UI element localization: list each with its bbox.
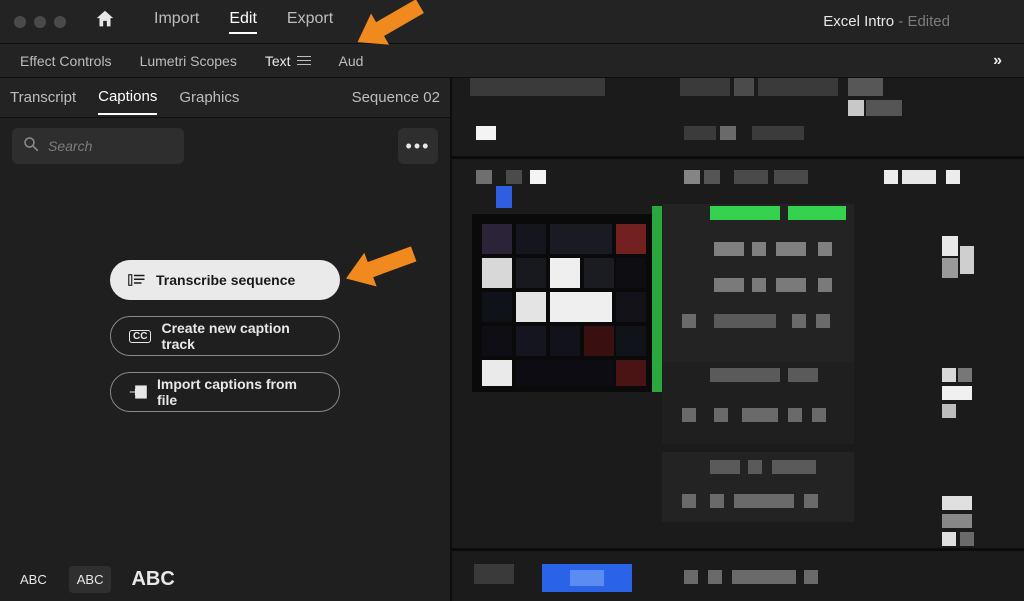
style-abc-big[interactable]: ABC [131,568,174,591]
tab-edit[interactable]: Edit [229,10,257,34]
caption-style-footer: ABC ABC ABC [0,558,450,601]
tab-transcript[interactable]: Transcript [10,81,76,114]
panel-tab-effect-controls[interactable]: Effect Controls [20,53,112,69]
main-row: Transcript Captions Graphics Sequence 02… [0,78,1024,601]
style-abc-2[interactable]: ABC [69,566,112,593]
panel-tab-text[interactable]: Text [265,53,311,69]
panel-menu-icon[interactable] [297,56,311,65]
text-panel: Transcript Captions Graphics Sequence 02… [0,78,452,601]
maximize-window-dot[interactable] [54,16,66,28]
import-label: Import captions from file [157,376,321,408]
caption-action-buttons: Transcribe sequence CC Create new captio… [0,260,450,412]
text-subpanel-tabs: Transcript Captions Graphics Sequence 02 [0,78,450,118]
cc-icon: CC [129,330,151,343]
more-options-button[interactable]: ••• [398,128,438,164]
panel-tab-lumetri-scopes[interactable]: Lumetri Scopes [140,53,237,69]
panel-tab-text-label: Text [265,53,291,69]
search-row: ••• [0,118,450,174]
program-monitor-area [452,78,1024,601]
import-icon [129,385,147,399]
style-abc-1[interactable]: ABC [12,566,55,593]
search-icon [22,135,40,158]
transcribe-sequence-button[interactable]: Transcribe sequence [110,260,340,300]
tab-graphics[interactable]: Graphics [179,81,239,114]
transcribe-label: Transcribe sequence [156,272,295,288]
tab-export[interactable]: Export [287,10,333,34]
panel-tab-audio[interactable]: Aud [339,53,364,69]
search-input[interactable] [48,138,174,154]
panel-tabs-row: Effect Controls Lumetri Scopes Text Aud … [0,44,1024,78]
close-window-dot[interactable] [14,16,26,28]
create-caption-track-button[interactable]: CC Create new caption track [110,316,340,356]
tab-captions[interactable]: Captions [98,80,157,115]
window-traffic-lights [14,16,66,28]
tab-import[interactable]: Import [154,10,199,34]
sequence-name: Sequence 02 [352,89,440,106]
workspace-tabs: Import Edit Export [154,10,333,34]
titlebar: Import Edit Export Excel Intro - Edited [0,0,1024,44]
home-icon[interactable] [94,8,116,35]
edited-indicator: - Edited [894,13,950,30]
project-title: Excel Intro - Edited [823,13,950,30]
pixelated-content [452,78,1024,601]
project-name: Excel Intro [823,13,894,30]
transcribe-icon [128,273,146,287]
minimize-window-dot[interactable] [34,16,46,28]
create-track-label: Create new caption track [161,320,321,352]
panel-overflow-icon[interactable]: » [993,52,1000,70]
search-box[interactable] [12,128,184,164]
import-captions-button[interactable]: Import captions from file [110,372,340,412]
